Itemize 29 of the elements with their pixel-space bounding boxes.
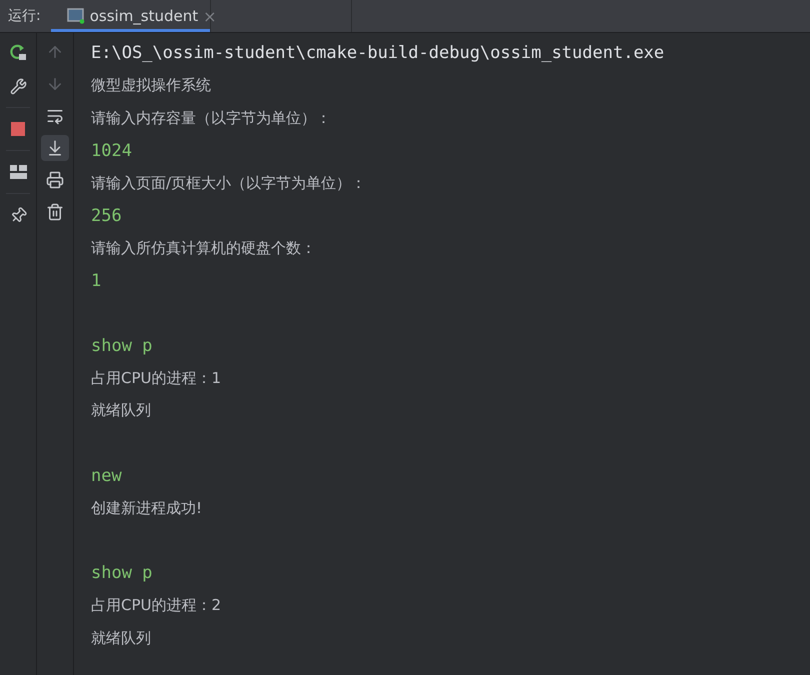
typed-command-text: 1 xyxy=(91,270,102,291)
console-output: 请输入页面/页框大小（以字节为单位）： xyxy=(91,174,366,193)
trash-icon xyxy=(46,203,64,221)
down-arrow-icon xyxy=(46,75,64,93)
typed-command-text: new xyxy=(91,466,122,486)
rerun-icon xyxy=(9,43,27,61)
soft-wrap-icon xyxy=(46,107,64,125)
print-icon xyxy=(46,171,64,189)
console-output: 就绪队列 xyxy=(91,628,151,648)
console-icon xyxy=(66,8,85,24)
typed-command-text: show p xyxy=(91,336,152,356)
layout-icon xyxy=(10,165,26,179)
stop-icon xyxy=(11,122,25,136)
scroll-end-button[interactable] xyxy=(41,135,69,161)
typed-command-text: 1024 xyxy=(91,140,132,161)
scroll-to-end-icon xyxy=(46,139,64,157)
typed-command-text: show p xyxy=(91,563,152,584)
console-output: 就绪队列 xyxy=(91,401,151,420)
console-output: 微型虚拟操作系统 xyxy=(91,76,211,96)
executable-path: E:\OS_\ossim-student\cmake-build-debug\ossim_student.exe xyxy=(91,43,664,64)
console-output: 创建新进程成功! xyxy=(91,498,202,518)
run-label: 运行: xyxy=(7,7,42,26)
console-output: 请输入内存容量（以字节为单位）： xyxy=(91,108,331,128)
typed-command-text: 256 xyxy=(91,206,122,226)
tab-title: ossim_student xyxy=(90,7,198,25)
console-output: 占用CPU的进程：2 xyxy=(91,596,222,616)
wrench-icon xyxy=(10,78,26,94)
console-output: 占用CPU的进程：1 xyxy=(91,368,222,388)
console-output: 请输入所仿真计算机的硬盘个数： xyxy=(91,238,316,258)
